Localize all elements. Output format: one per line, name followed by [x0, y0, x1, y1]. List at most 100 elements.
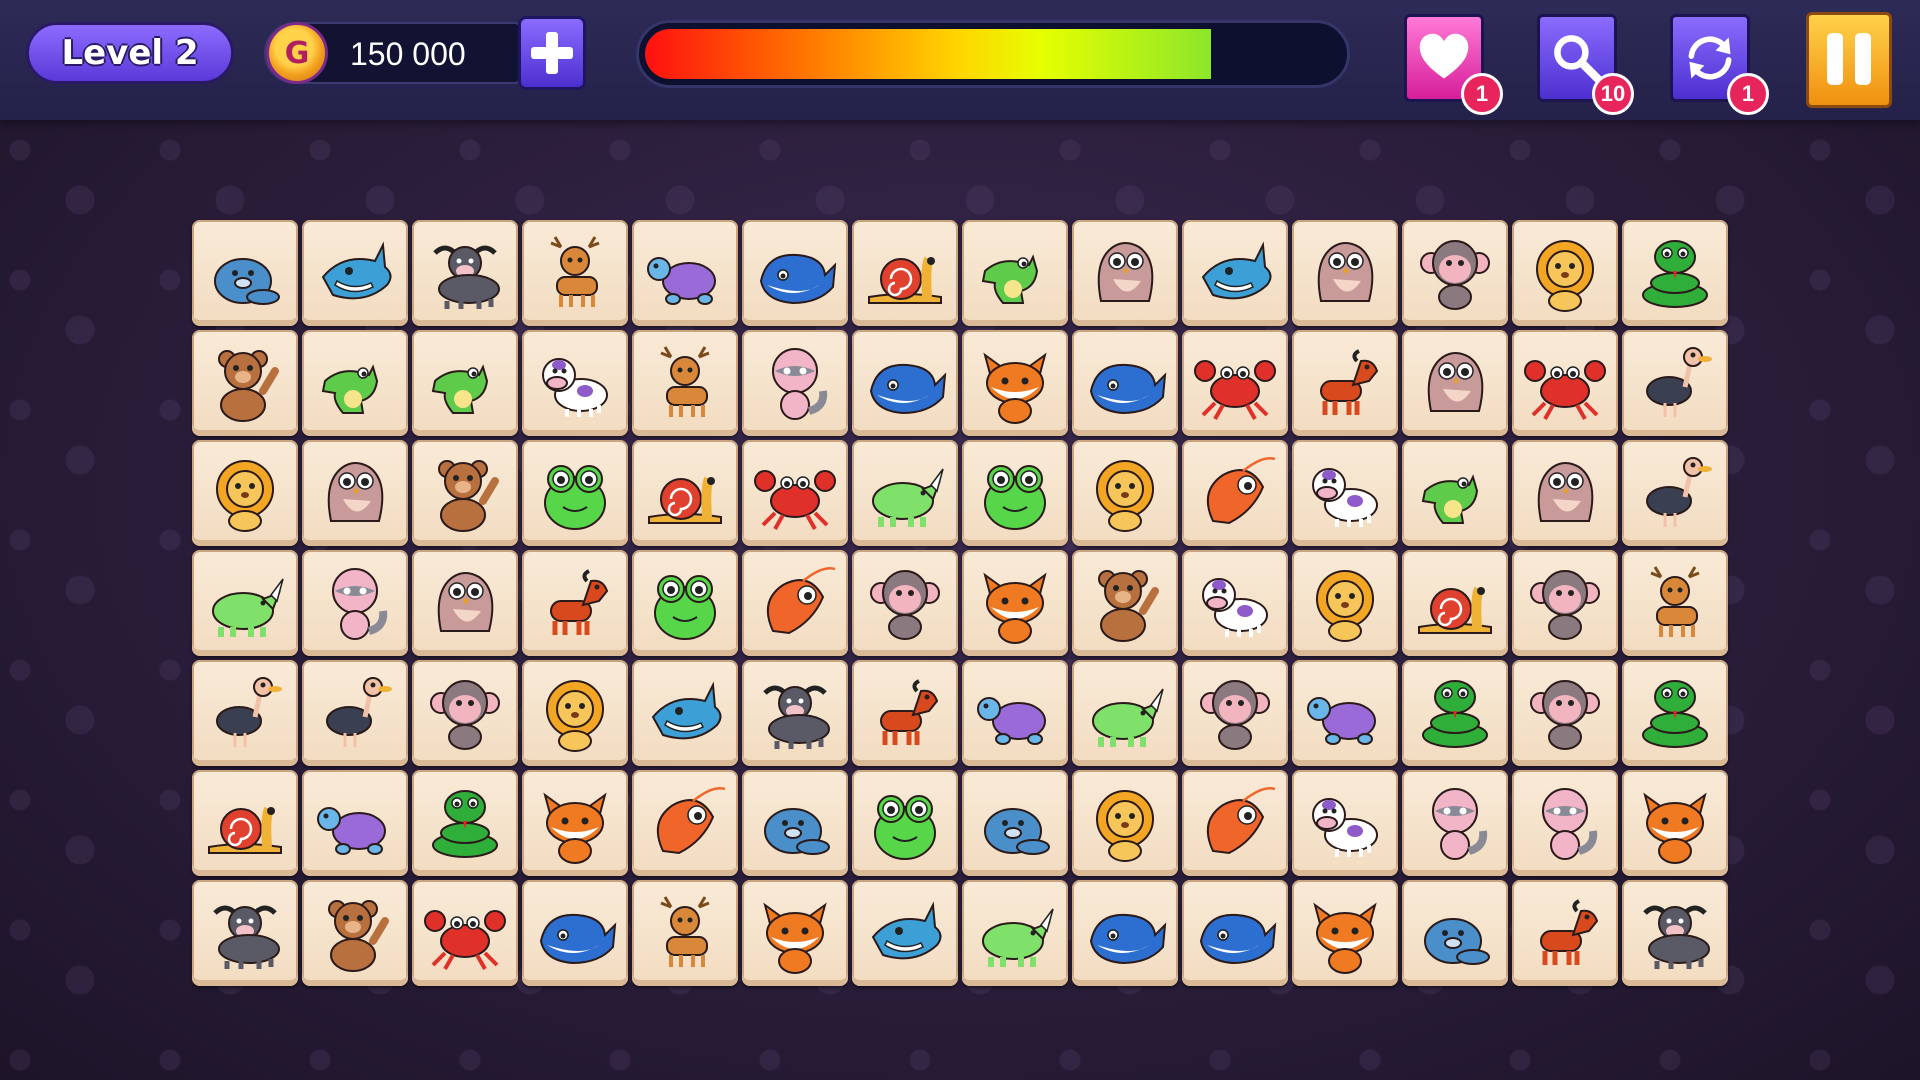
tile-lion[interactable]	[1072, 770, 1178, 876]
tile-monkey[interactable]	[412, 660, 518, 766]
tile-shrimp[interactable]	[1182, 440, 1288, 546]
tile-bear[interactable]	[192, 330, 298, 436]
tile-buffalo[interactable]	[1622, 880, 1728, 986]
tile-whale[interactable]	[1072, 330, 1178, 436]
tile-cow[interactable]	[1182, 550, 1288, 656]
pause-button[interactable]	[1806, 12, 1892, 108]
tile-turtle[interactable]	[632, 220, 738, 326]
tile-lion[interactable]	[192, 440, 298, 546]
tile-owl[interactable]	[1512, 440, 1618, 546]
tile-rhino[interactable]	[1072, 660, 1178, 766]
tile-shark[interactable]	[852, 880, 958, 986]
tile-fox[interactable]	[962, 550, 1068, 656]
tile-crab[interactable]	[742, 440, 848, 546]
tile-turtle[interactable]	[962, 660, 1068, 766]
tile-buffalo[interactable]	[192, 880, 298, 986]
tile-bear[interactable]	[1072, 550, 1178, 656]
tile-seal[interactable]	[1402, 880, 1508, 986]
tile-ostrich[interactable]	[1622, 440, 1728, 546]
tile-rhino[interactable]	[852, 440, 958, 546]
tile-buffalo[interactable]	[412, 220, 518, 326]
tile-fox[interactable]	[522, 770, 628, 876]
tile-horse[interactable]	[1292, 330, 1398, 436]
tile-snail[interactable]	[192, 770, 298, 876]
hint-button[interactable]: 10	[1537, 14, 1634, 115]
tile-owl[interactable]	[1072, 220, 1178, 326]
tile-raccoon[interactable]	[742, 330, 848, 436]
tile-whale[interactable]	[1072, 880, 1178, 986]
tile-snail[interactable]	[852, 220, 958, 326]
tile-owl[interactable]	[412, 550, 518, 656]
tile-monkey[interactable]	[1512, 660, 1618, 766]
tile-frog[interactable]	[852, 770, 958, 876]
tile-crab[interactable]	[412, 880, 518, 986]
tile-raccoon[interactable]	[1512, 770, 1618, 876]
tile-snail[interactable]	[1402, 550, 1508, 656]
tile-rhino[interactable]	[962, 880, 1068, 986]
tile-monkey[interactable]	[1402, 220, 1508, 326]
tile-ostrich[interactable]	[302, 660, 408, 766]
tile-crab[interactable]	[1182, 330, 1288, 436]
tile-cow[interactable]	[1292, 440, 1398, 546]
tile-shark[interactable]	[632, 660, 738, 766]
tile-monkey[interactable]	[852, 550, 958, 656]
tile-lion[interactable]	[1292, 550, 1398, 656]
tile-ostrich[interactable]	[192, 660, 298, 766]
tile-lion[interactable]	[522, 660, 628, 766]
tile-cow[interactable]	[1292, 770, 1398, 876]
tile-croc[interactable]	[1402, 440, 1508, 546]
tile-fox[interactable]	[1292, 880, 1398, 986]
tile-fox[interactable]	[1622, 770, 1728, 876]
add-coins-button[interactable]	[518, 16, 586, 90]
tile-bear[interactable]	[412, 440, 518, 546]
tile-lion[interactable]	[1512, 220, 1618, 326]
tile-shrimp[interactable]	[742, 550, 848, 656]
tile-deer[interactable]	[522, 220, 628, 326]
tile-turtle[interactable]	[1292, 660, 1398, 766]
tile-deer[interactable]	[632, 330, 738, 436]
tile-shark[interactable]	[1182, 220, 1288, 326]
tile-ostrich[interactable]	[1622, 330, 1728, 436]
tile-snail[interactable]	[632, 440, 738, 546]
tile-seal[interactable]	[742, 770, 848, 876]
tile-snake[interactable]	[1622, 660, 1728, 766]
tile-fox[interactable]	[742, 880, 848, 986]
tile-monkey[interactable]	[1182, 660, 1288, 766]
tile-owl[interactable]	[1292, 220, 1398, 326]
tile-shark[interactable]	[302, 220, 408, 326]
tile-owl[interactable]	[302, 440, 408, 546]
tile-whale[interactable]	[852, 330, 958, 436]
tile-horse[interactable]	[522, 550, 628, 656]
tile-cow[interactable]	[522, 330, 628, 436]
tile-whale[interactable]	[522, 880, 628, 986]
tile-snake[interactable]	[1622, 220, 1728, 326]
tile-shrimp[interactable]	[1182, 770, 1288, 876]
tile-croc[interactable]	[962, 220, 1068, 326]
tile-owl[interactable]	[1402, 330, 1508, 436]
tile-deer[interactable]	[1622, 550, 1728, 656]
tile-croc[interactable]	[412, 330, 518, 436]
tile-frog[interactable]	[522, 440, 628, 546]
tile-croc[interactable]	[302, 330, 408, 436]
tile-bear[interactable]	[302, 880, 408, 986]
tile-seal[interactable]	[192, 220, 298, 326]
tile-whale[interactable]	[1182, 880, 1288, 986]
tile-horse[interactable]	[1512, 880, 1618, 986]
tile-lion[interactable]	[1072, 440, 1178, 546]
tile-frog[interactable]	[632, 550, 738, 656]
tile-horse[interactable]	[852, 660, 958, 766]
tile-frog[interactable]	[962, 440, 1068, 546]
tile-snake[interactable]	[1402, 660, 1508, 766]
tile-raccoon[interactable]	[302, 550, 408, 656]
tile-deer[interactable]	[632, 880, 738, 986]
tile-snake[interactable]	[412, 770, 518, 876]
tile-whale[interactable]	[742, 220, 848, 326]
tile-monkey[interactable]	[1512, 550, 1618, 656]
tile-crab[interactable]	[1512, 330, 1618, 436]
tile-seal[interactable]	[962, 770, 1068, 876]
tile-raccoon[interactable]	[1402, 770, 1508, 876]
tile-shrimp[interactable]	[632, 770, 738, 876]
tile-buffalo[interactable]	[742, 660, 848, 766]
tile-turtle[interactable]	[302, 770, 408, 876]
extra-life-button[interactable]: 1	[1404, 14, 1503, 115]
